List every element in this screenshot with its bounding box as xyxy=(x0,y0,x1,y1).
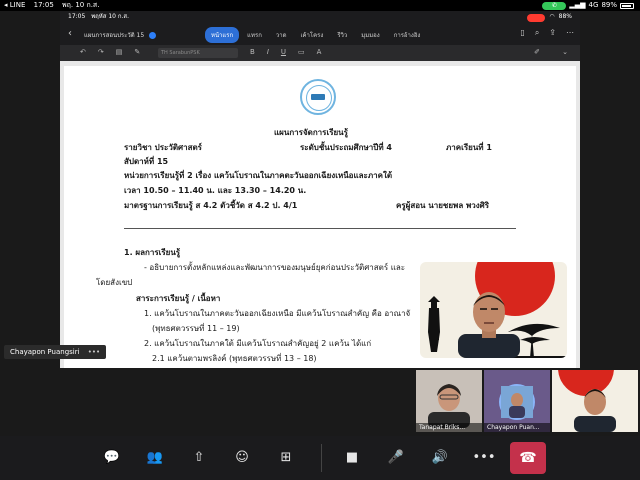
school-logo xyxy=(300,79,336,115)
floating-video[interactable] xyxy=(420,262,567,358)
status-time: 17:05 xyxy=(33,1,54,9)
doc-week: สัปดาห์ที่ 15 xyxy=(124,157,169,166)
meeting-screen: ◂ LINE 17:05 พฤ. 10 ก.ส. ✆ ▂▄▆ 4G 89% 17… xyxy=(0,0,640,480)
ribbon-tabs: หน้าแรก แทรก วาด เค้าโครง รีวิว มุมมอง ก… xyxy=(205,27,426,43)
network-type: 4G xyxy=(588,1,599,9)
camera-icon[interactable]: ■ xyxy=(340,446,364,470)
recording-icon xyxy=(527,14,546,22)
tab-references[interactable]: การอ้างอิง xyxy=(388,27,427,43)
reactions-icon[interactable]: ☺ xyxy=(230,446,254,470)
paste-icon[interactable]: ▤ xyxy=(116,48,123,56)
section-divider xyxy=(124,228,516,229)
participant-tile[interactable]: Tanapat Briks... xyxy=(416,370,482,432)
font-name-field[interactable]: TH SarabunPSK xyxy=(158,48,238,58)
doc-standard: มาตรฐานการเรียนรู้ ส 4.2 ตัวชี้วัด ส 4.2… xyxy=(124,201,298,210)
doc-term: ภาคเรียนที่ 1 xyxy=(446,143,492,152)
nav-icons: ▯ ⌕ ⇪ ⋯ xyxy=(520,28,574,38)
presenter-more[interactable]: ••• xyxy=(88,348,100,356)
doc-subject: รายวิชา ประวัติศาสตร์ xyxy=(124,143,202,152)
shared-status-date: พฤหัส 10 ก.ส. xyxy=(91,13,129,20)
chat-icon[interactable]: 💬 xyxy=(100,446,124,470)
more-options-icon[interactable]: ••• xyxy=(472,446,496,470)
pen-icon[interactable]: ✐ xyxy=(534,48,540,56)
content-item-1: 1. แคว้นโบราณในภาคตะวันออกเฉียงเหนือ มีแ… xyxy=(144,309,411,318)
participant-name: Tanapat Briks... xyxy=(416,423,482,432)
format-toolbar: ↶ ↷ ▤ ✎ TH SarabunPSK B I U ▭ A ✐ ⌄ xyxy=(60,45,580,61)
bold-icon[interactable]: B xyxy=(250,48,255,56)
content-heading: สาระการเรียนรู้ / เนื้อหา xyxy=(136,294,221,303)
microphone-icon[interactable]: 🎤 xyxy=(384,446,408,470)
controls-divider xyxy=(321,444,322,472)
wifi-icon: ▂▄▆ xyxy=(569,1,586,9)
presenter-video xyxy=(458,292,520,358)
share-screen-icon[interactable]: ⇧ xyxy=(187,446,211,470)
shared-status-bar: 17:05 พฤหัส 10 ก.ส. ◠ 88% xyxy=(60,11,580,23)
battery-percent: 89% xyxy=(601,1,617,9)
device-status-bar: ◂ LINE 17:05 พฤ. 10 ก.ส. ✆ ▂▄▆ 4G 89% xyxy=(0,0,640,11)
text-format-group: B I U ▭ A xyxy=(250,48,321,56)
outcome-text: - อธิบายการตั้งหลักแหล่งและพัฒนาการของมน… xyxy=(144,263,406,272)
presenter-name: Chayapon Puangsiri xyxy=(10,348,80,356)
content-item-2: 2. แคว้นโบราณในภาคใต้ มีแคว้นโบราณสำคัญอ… xyxy=(144,339,372,348)
content-item-1b: (พุทธศตวรรษที่ 11 – 19) xyxy=(152,324,240,333)
doc-time: เวลา 10.50 – 11.40 น. และ 13.30 – 14.20 … xyxy=(124,186,307,195)
participant-name: Chayapon Puan... xyxy=(484,423,550,432)
participant-video xyxy=(428,384,470,428)
doc-teacher: ครูผู้สอน นายชยพล พวงศิริ xyxy=(396,201,490,210)
document-title[interactable]: แผนการสอนประวัติ 15 xyxy=(84,30,157,40)
highlight-icon[interactable]: ▭ xyxy=(298,48,305,56)
tab-insert[interactable]: แทรก xyxy=(241,27,268,43)
battery-icon xyxy=(620,2,634,9)
back-chevron-icon[interactable]: ‹ xyxy=(68,28,72,39)
status-right: ✆ ▂▄▆ 4G 89% xyxy=(542,0,634,11)
status-date: พฤ. 10 ก.ส. xyxy=(62,1,100,9)
italic-icon[interactable]: I xyxy=(267,48,269,56)
more-icon[interactable]: ⋯ xyxy=(566,28,574,38)
tab-home[interactable]: หน้าแรก xyxy=(205,27,240,43)
undo-redo-group: ↶ ↷ ▤ ✎ xyxy=(80,48,140,56)
document-title-text: แผนการสอนประวัติ 15 xyxy=(84,32,145,39)
redo-icon[interactable]: ↷ xyxy=(98,48,104,56)
people-icon[interactable]: 👥 xyxy=(143,446,167,470)
edit-badge-icon xyxy=(149,32,157,39)
speaker-icon[interactable]: 🔊 xyxy=(428,446,452,470)
status-left: ◂ LINE 17:05 พฤ. 10 ก.ส. xyxy=(4,0,99,11)
toolbar-chevron-icon[interactable]: ⌄ xyxy=(562,48,568,56)
participant-video xyxy=(574,389,616,432)
call-active-icon[interactable]: ✆ xyxy=(542,2,567,10)
meeting-controls: 💬 👥 ⇧ ☺ ⊞ ■ 🎤 🔊 ••• ☎ xyxy=(0,436,640,480)
avatar-photo xyxy=(501,386,533,418)
apps-icon[interactable]: ⊞ xyxy=(274,446,298,470)
word-nav-bar: ‹ แผนการสอนประวัติ 15 หน้าแรก แทรก วาด เ… xyxy=(60,23,580,45)
tab-review[interactable]: รีวิว xyxy=(331,27,353,43)
outcome-text-cont: โดยสังเขป xyxy=(96,278,133,287)
share-icon[interactable]: ⇪ xyxy=(549,28,556,38)
section-outcomes: 1. ผลการเรียนรู้ xyxy=(124,248,181,257)
leave-call-button[interactable]: ☎ xyxy=(510,442,546,474)
undo-icon[interactable]: ↶ xyxy=(80,48,86,56)
doc-heading: แผนการจัดการเรียนรู้ xyxy=(274,128,348,137)
underline-icon[interactable]: U xyxy=(281,48,286,56)
phone-view-icon[interactable]: ▯ xyxy=(520,28,524,38)
tab-view[interactable]: มุมมอง xyxy=(355,27,385,43)
tab-draw[interactable]: วาด xyxy=(270,27,293,43)
avatar xyxy=(499,384,535,420)
doc-unit: หน่วยการเรียนรู้ที่ 2 เรื่อง แคว้นโบราณใ… xyxy=(124,171,393,180)
presenter-name-tag: Chayapon Puangsiri ••• xyxy=(4,345,107,359)
participant-tile[interactable] xyxy=(552,370,638,432)
samurai-silhouette xyxy=(428,296,440,352)
tab-layout[interactable]: เค้าโครง xyxy=(294,27,329,43)
format-painter-icon[interactable]: ✎ xyxy=(134,48,140,56)
content-item-2a: 2.1 แคว้นตามพรลิงค์ (พุทธศตวรรษที่ 13 – … xyxy=(152,354,317,363)
search-icon[interactable]: ⌕ xyxy=(535,28,539,38)
shared-status-time: 17:05 xyxy=(68,13,86,20)
participant-tile[interactable]: Chayapon Puan... xyxy=(484,370,550,432)
carrier-label: ◂ LINE xyxy=(4,1,26,9)
shared-battery: 88% xyxy=(558,13,572,20)
doc-level: ระดับชั้นประถมศึกษาปีที่ 4 xyxy=(300,143,392,152)
shared-wifi-icon: ◠ xyxy=(549,13,555,20)
font-color-icon[interactable]: A xyxy=(317,48,322,56)
